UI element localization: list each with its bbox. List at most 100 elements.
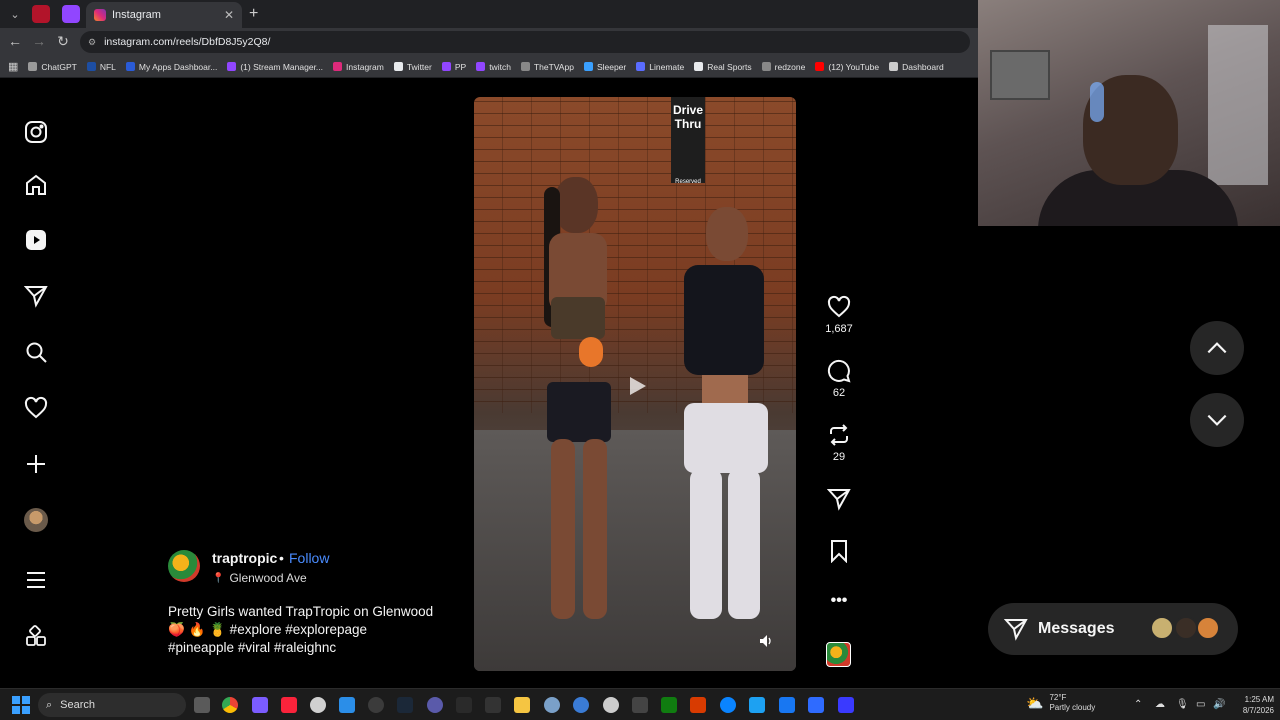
facebook-icon[interactable] (779, 697, 795, 713)
repost-icon[interactable] (827, 423, 851, 447)
more-options-icon[interactable]: ••• (818, 592, 860, 610)
bookmark-item[interactable]: (12) YouTube (815, 62, 879, 72)
onedrive-icon[interactable]: ☁ (1155, 699, 1165, 710)
audio-volume-icon[interactable] (759, 634, 773, 648)
bookmark-favicon-icon (694, 62, 704, 71)
reel-video[interactable]: Drive Thru Reserved (474, 97, 796, 671)
save-action[interactable] (818, 539, 860, 567)
next-reel-button[interactable] (1190, 393, 1244, 447)
repost-action[interactable]: 29 (818, 423, 860, 463)
bookmark-favicon-icon (393, 62, 403, 71)
back-icon[interactable]: ← (6, 33, 24, 49)
bookmark-item[interactable]: (1) Stream Manager... (227, 62, 323, 72)
app-icon[interactable] (339, 697, 355, 713)
poster-username[interactable]: traptropic (212, 550, 277, 566)
edge-icon[interactable] (720, 697, 736, 713)
new-tab-button[interactable]: + (249, 5, 258, 23)
steam-icon[interactable] (397, 697, 413, 713)
epic-games-icon[interactable] (485, 697, 501, 713)
network-icon[interactable]: ▭ (1196, 699, 1205, 710)
search-icon[interactable] (22, 338, 50, 366)
follow-button[interactable]: Follow (289, 550, 329, 566)
home-icon[interactable] (22, 171, 50, 199)
app-icon[interactable] (456, 697, 472, 713)
xbox-icon[interactable] (661, 697, 677, 713)
create-plus-icon[interactable] (22, 450, 50, 478)
audio-thumbnail[interactable] (826, 642, 851, 667)
clock-time: 1:25 AM (1244, 695, 1274, 704)
bookmark-item[interactable]: NFL (86, 62, 116, 72)
app-icon[interactable] (603, 697, 619, 713)
tab-search-icon[interactable]: ⌄ (6, 5, 24, 23)
bookmark-label: Linemate (649, 61, 685, 72)
windows-start-icon[interactable] (12, 696, 30, 714)
apps-grid-icon[interactable]: ▦ (8, 60, 18, 73)
previous-reel-button[interactable] (1190, 321, 1244, 375)
microphone-icon[interactable]: 🎙 (1176, 699, 1189, 710)
bookmark-item[interactable]: Real Sports (694, 62, 752, 72)
file-explorer-icon[interactable] (514, 697, 530, 713)
volume-icon[interactable]: 🔊 (1213, 699, 1225, 710)
post-location[interactable]: 📍 Glenwood Ave (212, 571, 307, 585)
pinned-tab-icon[interactable] (32, 5, 50, 23)
bookmark-item[interactable]: My Apps Dashboar... (125, 62, 217, 72)
bookmark-favicon-icon (761, 62, 771, 71)
music-icon[interactable] (281, 697, 297, 713)
4k-app-icon[interactable] (368, 697, 384, 713)
share-icon[interactable] (827, 487, 851, 511)
bookmark-item[interactable]: redzone (761, 62, 805, 72)
bookmark-icon[interactable] (827, 539, 851, 563)
app-icon[interactable] (632, 697, 648, 713)
play-icon[interactable] (626, 375, 648, 397)
bookmark-item[interactable]: TheTVApp (520, 62, 574, 72)
also-from-meta-icon[interactable] (22, 622, 50, 650)
discord-icon[interactable] (252, 697, 268, 713)
bookmark-item[interactable]: Linemate (636, 62, 684, 72)
bookmark-item[interactable]: Twitter (393, 61, 432, 72)
weather-widget[interactable]: ⛅ 72°F Partly cloudy (1026, 693, 1095, 713)
profile-avatar[interactable] (22, 506, 50, 534)
app-icon[interactable] (749, 697, 765, 713)
forward-icon[interactable]: → (30, 33, 48, 49)
comment-icon[interactable] (827, 359, 851, 383)
bookmark-item[interactable]: twitch (476, 62, 511, 72)
close-tab-icon[interactable]: ✕ (224, 8, 234, 22)
app-icon[interactable] (573, 697, 589, 713)
site-info-icon[interactable]: ⚙ (88, 37, 96, 48)
taskbar-search[interactable]: ⌕ Search (38, 693, 186, 717)
tab-instagram[interactable]: Instagram ✕ (86, 2, 242, 28)
app-icon[interactable] (838, 697, 854, 713)
app-icon[interactable] (310, 697, 326, 713)
caption-line: 🍑 🔥 🍍 #explore #explorepage (168, 622, 368, 637)
address-input[interactable]: ⚙ instagram.com/reels/DbfD8J5y2Q8/ (80, 31, 970, 53)
comment-action[interactable]: 62 (818, 359, 860, 399)
bookmark-favicon-icon (636, 62, 646, 71)
app-icon[interactable] (690, 697, 706, 713)
taskbar-clock[interactable]: 1:25 AM 8/7/2026 (1228, 694, 1274, 716)
bookmark-item[interactable]: Instagram (333, 62, 384, 72)
bookmark-item[interactable]: Dashboard (889, 62, 944, 72)
bookmark-item[interactable]: Sleeper (583, 62, 626, 72)
task-view-icon[interactable] (194, 697, 210, 713)
more-menu-icon[interactable] (22, 566, 50, 594)
reels-icon[interactable] (22, 226, 50, 254)
tray-overflow-icon[interactable]: ⌃ (1134, 699, 1142, 710)
instagram-logo-icon[interactable] (22, 118, 50, 146)
chrome-icon[interactable] (222, 697, 238, 713)
bookmark-item[interactable]: PP (441, 62, 466, 72)
headset (1090, 82, 1104, 122)
app-icon[interactable] (427, 697, 443, 713)
app-icon[interactable] (808, 697, 824, 713)
like-action[interactable]: 1,687 (818, 295, 860, 335)
bookmark-label: Twitter (406, 61, 432, 72)
reload-icon[interactable]: ↻ (54, 33, 72, 50)
notifications-heart-icon[interactable] (22, 394, 50, 422)
direct-messages-icon[interactable] (22, 282, 50, 310)
pinned-tab-twitch-icon[interactable] (62, 5, 80, 23)
share-action[interactable] (818, 487, 860, 515)
messages-panel[interactable]: Messages (988, 603, 1238, 655)
settings-gear-icon[interactable] (544, 697, 560, 713)
poster-avatar[interactable] (168, 550, 200, 582)
like-heart-icon[interactable] (827, 295, 851, 319)
bookmark-item[interactable]: ChatGPT (28, 62, 77, 72)
